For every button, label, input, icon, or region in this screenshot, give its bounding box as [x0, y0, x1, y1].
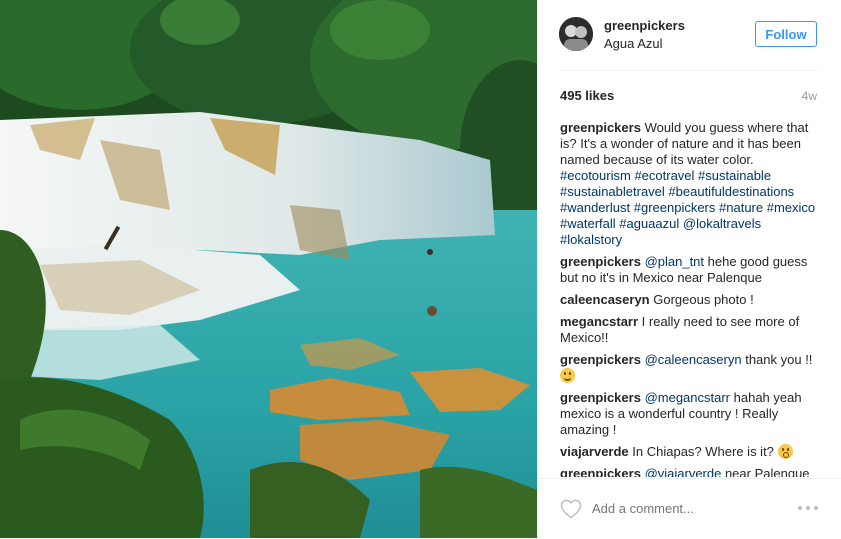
post-sidebar: greenpickers Agua Azul Follow 495 likes … [537, 0, 841, 538]
comment-list[interactable]: greenpickers Would you guess where that … [560, 120, 822, 477]
heart-icon[interactable] [560, 499, 582, 519]
comment-username[interactable]: greenpickers [560, 254, 641, 269]
mention[interactable]: @lokaltravels [683, 216, 761, 231]
post-timestamp[interactable]: 4w [802, 89, 817, 103]
mention[interactable]: @megancstarr [645, 390, 730, 405]
mention[interactable]: @plan_tnt [645, 254, 704, 269]
waterfall-photo [0, 0, 537, 538]
hashtag[interactable]: #wanderlust [560, 200, 630, 215]
comment-text: In Chiapas? Where is it? [628, 444, 778, 459]
post-username[interactable]: greenpickers [604, 18, 685, 33]
comment: greenpickers @viajarverde near Palenque [560, 466, 822, 477]
smile-emoji-icon [560, 368, 575, 383]
hashtag[interactable]: #ecotravel [634, 168, 694, 183]
comment-username[interactable]: viajarverde [560, 444, 629, 459]
caption: greenpickers Would you guess where that … [560, 120, 822, 248]
hashtag[interactable]: #waterfall [560, 216, 616, 231]
add-comment-input[interactable] [592, 501, 772, 516]
surprised-emoji-icon [777, 444, 793, 459]
hashtag[interactable]: #aguaazul [619, 216, 679, 231]
comment-footer [538, 478, 841, 539]
post-location[interactable]: Agua Azul [604, 36, 663, 51]
comment-username[interactable]: greenpickers [560, 352, 641, 367]
comment-username[interactable]: greenpickers [560, 466, 641, 477]
mention[interactable]: @caleencaseryn [645, 352, 742, 367]
hashtag[interactable]: #nature [719, 200, 763, 215]
hashtag[interactable]: #mexico [767, 200, 815, 215]
comment: greenpickers @megancstarr hahah yeah mex… [560, 390, 822, 438]
hashtag[interactable]: #sustainable [698, 168, 771, 183]
post-header: greenpickers Agua Azul Follow [538, 0, 841, 70]
comment-username[interactable]: caleencaseryn [560, 292, 650, 307]
follow-button[interactable]: Follow [755, 21, 817, 47]
hashtag[interactable]: #lokalstory [560, 232, 622, 247]
comment: greenpickers @plan_tnt hehe good guess b… [560, 254, 822, 286]
more-options-icon[interactable] [798, 503, 820, 513]
header-divider [560, 70, 818, 71]
avatar-image [559, 17, 593, 51]
mention[interactable]: @viajarverde [645, 466, 722, 477]
comment-text: Gorgeous photo ! [649, 292, 754, 307]
comment-username[interactable]: megancstarr [560, 314, 638, 329]
hashtag[interactable]: #beautifuldestinations [668, 184, 794, 199]
caption-username[interactable]: greenpickers [560, 120, 641, 135]
comment: viajarverde In Chiapas? Where is it? [560, 444, 822, 460]
hashtag[interactable]: #greenpickers [634, 200, 716, 215]
comment-text: thank you !! [741, 352, 813, 367]
comment: greenpickers @caleencaseryn thank you !! [560, 352, 822, 384]
comment: megancstarr I really need to see more of… [560, 314, 822, 346]
avatar[interactable] [559, 17, 593, 51]
hashtag[interactable]: #sustainabletravel [560, 184, 665, 199]
comment: caleencaseryn Gorgeous photo ! [560, 292, 822, 308]
hashtag[interactable]: #ecotourism [560, 168, 631, 183]
comment-username[interactable]: greenpickers [560, 390, 641, 405]
comment-text: near Palenque [721, 466, 810, 477]
post-photo[interactable] [0, 0, 537, 538]
like-count[interactable]: 495 likes [560, 88, 614, 103]
